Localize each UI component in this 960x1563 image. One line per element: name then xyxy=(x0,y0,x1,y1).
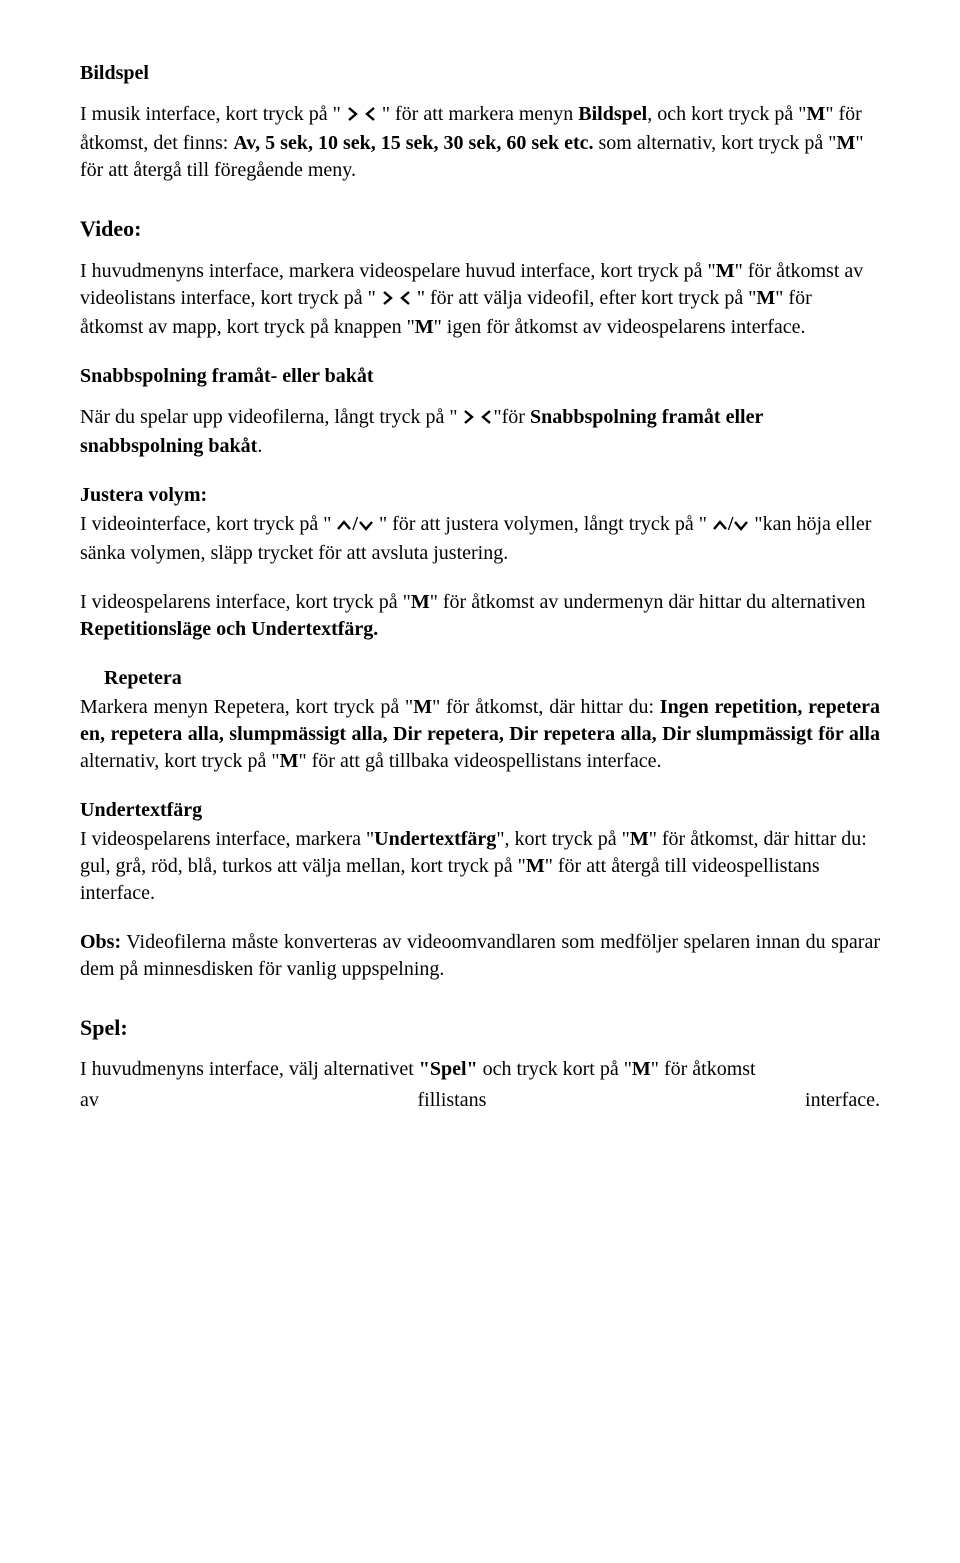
text-bold: M xyxy=(756,287,775,309)
text: I huvudmenyns interface, välj alternativ… xyxy=(80,1058,419,1080)
text: " för att markera menyn xyxy=(382,103,578,125)
text: , och kort tryck på " xyxy=(647,103,806,125)
text-bold: M xyxy=(413,696,432,718)
text: " för att välja videofil, efter kort try… xyxy=(417,287,757,309)
chevron-left-icon xyxy=(364,103,377,130)
paragraph-spel-last: av fillistans interface. xyxy=(80,1087,880,1114)
text-bold: Av, 5 sek, 10 sek, 15 sek, 30 sek, 60 se… xyxy=(233,132,593,154)
paragraph-spel: I huvudmenyns interface, välj alternativ… xyxy=(80,1056,880,1083)
paragraph-repetera: Markera menyn Repetera, kort tryck på "M… xyxy=(80,694,880,775)
paragraph-obs: Obs: Videofilerna måste konverteras av v… xyxy=(80,929,880,983)
text: som alternativ, kort tryck på " xyxy=(594,132,837,154)
text: "för xyxy=(493,406,529,428)
heading-repetera: Repetera xyxy=(80,665,880,692)
heading-undertextfarg: Undertextfärg xyxy=(80,797,880,824)
text: I videointerface, kort tryck på " xyxy=(80,513,331,535)
text-bold: M xyxy=(630,828,649,850)
chevron-right-icon xyxy=(381,287,394,314)
text: I huvudmenyns interface, markera videosp… xyxy=(80,260,716,282)
chevron-right-icon xyxy=(462,406,475,433)
text: Markera menyn Repetera, kort tryck på " xyxy=(80,696,413,718)
heading-spel: Spel: xyxy=(80,1013,880,1043)
paragraph-video: I huvudmenyns interface, markera videosp… xyxy=(80,258,880,341)
chevron-right-icon xyxy=(346,103,359,130)
paragraph-justera-volym: I videointerface, kort tryck på " / " fö… xyxy=(80,511,880,567)
text: alternativ, kort tryck på " xyxy=(80,750,280,772)
text: och tryck kort på " xyxy=(478,1058,632,1080)
text-bold: M xyxy=(415,316,434,338)
text: Videofilerna måste konverteras av videoo… xyxy=(80,931,880,980)
heading-bildspel: Bildspel xyxy=(80,60,880,87)
heading-snabbspolning: Snabbspolning framåt- eller bakåt xyxy=(80,363,880,390)
paragraph-snabbspolning: När du spelar upp videofilerna, långt tr… xyxy=(80,404,880,460)
text: " för åtkomst xyxy=(651,1058,756,1080)
text: fillistans xyxy=(418,1087,487,1114)
chevron-left-icon xyxy=(480,406,493,433)
chevron-left-icon xyxy=(399,287,412,314)
chevron-up-icon xyxy=(336,513,352,540)
text-bold: Repetitionsläge och Undertextfärg. xyxy=(80,618,378,640)
paragraph-videospelarens: I videospelarens interface, kort tryck p… xyxy=(80,589,880,643)
paragraph-bildspel: I musik interface, kort tryck på " " för… xyxy=(80,101,880,184)
text: . xyxy=(257,435,262,457)
text-bold: Bildspel xyxy=(578,103,647,125)
text: " för att gå tillbaka videospellistans i… xyxy=(298,750,661,772)
chevron-up-icon xyxy=(712,513,728,540)
chevron-down-icon xyxy=(733,513,749,540)
text: I videospelarens interface, kort tryck p… xyxy=(80,591,411,613)
text-bold: Undertextfärg xyxy=(374,828,496,850)
text-bold: M xyxy=(836,132,855,154)
chevron-down-icon xyxy=(358,513,374,540)
text: I musik interface, kort tryck på " xyxy=(80,103,341,125)
text-bold: M xyxy=(411,591,430,613)
text-bold: M xyxy=(806,103,825,125)
text: " för åtkomst, där hittar du: xyxy=(432,696,660,718)
text-bold: M xyxy=(526,855,545,877)
text: I videospelarens interface, markera " xyxy=(80,828,374,850)
text: ", kort tryck på " xyxy=(496,828,630,850)
text: " för att justera volymen, långt tryck p… xyxy=(379,513,707,535)
text: När du spelar upp videofilerna, långt tr… xyxy=(80,406,457,428)
text: " igen för åtkomst av videospelarens int… xyxy=(434,316,806,338)
text-bold: "Spel" xyxy=(419,1058,478,1080)
paragraph-undertextfarg: I videospelarens interface, markera "Und… xyxy=(80,826,880,907)
text-bold: M xyxy=(716,260,735,282)
text: " för åtkomst av undermenyn där hittar d… xyxy=(430,591,866,613)
text-bold: M xyxy=(280,750,299,772)
text: interface. xyxy=(805,1087,880,1114)
text-bold: M xyxy=(632,1058,651,1080)
heading-video: Video: xyxy=(80,214,880,244)
text-bold: Obs: xyxy=(80,931,121,953)
heading-justera-volym: Justera volym: xyxy=(80,482,880,509)
text: av xyxy=(80,1087,99,1114)
